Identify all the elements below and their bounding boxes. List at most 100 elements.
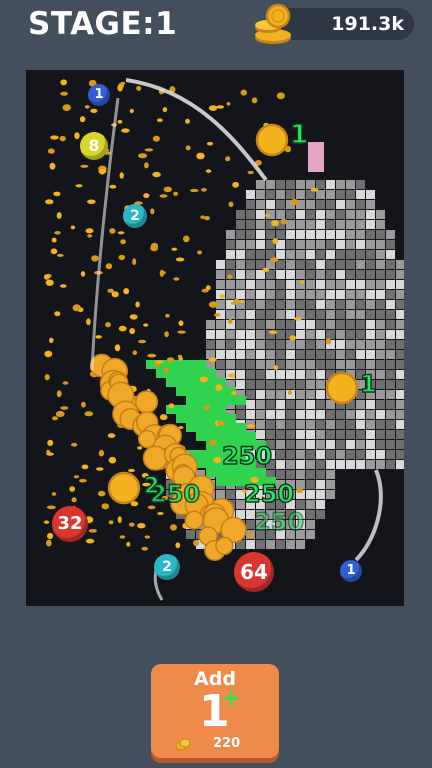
coin-particle (163, 367, 169, 374)
pixel-cell (276, 330, 285, 339)
pixel-cell (396, 450, 404, 459)
pixel-cell (256, 310, 265, 319)
pixel-cell (346, 460, 355, 469)
pixel-cell (236, 210, 245, 219)
pixel-cell (366, 420, 375, 429)
pixel-cell (256, 290, 265, 299)
coin-particle (90, 108, 98, 113)
pixel-cell (316, 280, 325, 289)
pixel-cell (266, 350, 275, 359)
pixel-cell (296, 300, 305, 309)
pixel-cell (336, 190, 345, 199)
pixel-cell (346, 290, 355, 299)
pixel-cell (246, 410, 255, 419)
pixel-cell (266, 400, 275, 409)
pixel-cell (396, 280, 404, 289)
pixel-cell (306, 270, 315, 279)
add-ball-button[interactable]: Add 1 + 220 (151, 664, 279, 758)
damage-number: 250 (243, 479, 295, 509)
pixel-cell (326, 470, 335, 479)
pixel-cell (166, 405, 226, 414)
big-coin (107, 471, 141, 505)
coin-particle (310, 188, 319, 192)
coin-particle (129, 108, 134, 114)
pixel-cell (286, 250, 295, 259)
plus-icon: + (221, 684, 242, 712)
game-board[interactable]: 1 8 2 32 2 64 1 1 1 250 250 250 250 2 (26, 70, 404, 606)
coin-particle (129, 328, 136, 335)
pixel-cell (236, 350, 245, 359)
pixel-cell (306, 240, 315, 249)
pixel-cell (286, 270, 295, 279)
pixel-cell (286, 360, 295, 369)
coin-cluster (184, 510, 204, 530)
pixel-cell (266, 420, 275, 429)
pixel-cell (326, 260, 335, 269)
pixel-cell (296, 270, 305, 279)
coin-particle (208, 105, 218, 111)
coin-particle (185, 118, 190, 124)
pixel-cell (296, 220, 305, 229)
pixel-cell (246, 280, 255, 289)
pixel-cell (386, 290, 395, 299)
pixel-cell (386, 280, 395, 289)
pixel-cell (316, 190, 325, 199)
coin-particle (54, 311, 61, 317)
pixel-cell (336, 360, 345, 369)
pixel-cell (326, 450, 335, 459)
pixel-cell (306, 220, 315, 229)
coin-particle (72, 304, 81, 312)
pixel-cell (356, 320, 365, 329)
pixel-cell (246, 300, 255, 309)
pixel-cell (396, 390, 404, 399)
pixel-cell (366, 440, 375, 449)
coin-particle (108, 456, 117, 464)
pixel-cell (326, 440, 335, 449)
pixel-cell (386, 250, 395, 259)
coin-particle (248, 532, 254, 538)
coin-particle (141, 546, 148, 551)
coin-cluster (142, 445, 169, 471)
pixel-cell (386, 230, 395, 239)
coin-particle (117, 231, 125, 235)
coin-particle (262, 267, 270, 272)
pixel-cell (276, 180, 285, 189)
damage-number: 2 (143, 473, 160, 500)
pixel-cell (316, 330, 325, 339)
pixel-cell (216, 260, 225, 269)
pixel-cell (386, 440, 395, 449)
pixel-cell (346, 200, 355, 209)
pixel-cell (316, 220, 325, 229)
coin-particle (45, 199, 54, 205)
pixel-cell (356, 240, 365, 249)
pixel-cell (256, 320, 265, 329)
pixel-cell (276, 460, 285, 469)
pixel-cell (216, 270, 225, 279)
coin-particle (136, 85, 142, 91)
coin-particle (170, 524, 177, 531)
pixel-cell (336, 320, 345, 329)
pixel-cell (386, 270, 395, 279)
pixel-cell (266, 390, 275, 399)
coin-particle (79, 478, 87, 483)
coin-particle (101, 503, 110, 510)
pixel-cell (316, 360, 325, 369)
coin-particle (129, 314, 138, 320)
pixel-cell (356, 200, 365, 209)
coin-particle (225, 156, 231, 162)
pixel-cell (386, 310, 395, 319)
coin-particle (98, 168, 107, 174)
pixel-cell (366, 460, 375, 469)
pixel-cell (306, 420, 315, 429)
pixel-cell (346, 450, 355, 459)
pixel-cell (386, 350, 395, 359)
pixel-cell (326, 410, 335, 419)
pixel-cell (326, 330, 335, 339)
coin-particle (273, 365, 278, 370)
pixel-cell (306, 450, 315, 459)
coin-particle (144, 162, 149, 169)
pixel-cell (286, 430, 295, 439)
pixel-cell (376, 290, 385, 299)
pixel-cell (296, 450, 305, 459)
pixel-cell (366, 290, 375, 299)
